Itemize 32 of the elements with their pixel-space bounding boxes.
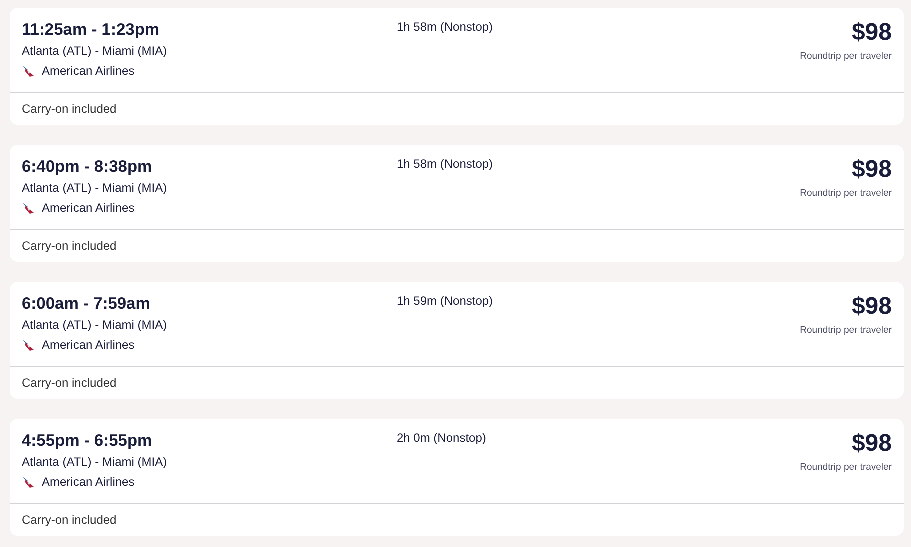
route-text: Atlanta (ATL) - Miami (MIA): [22, 43, 168, 60]
price-text: $98: [852, 19, 892, 47]
baggage-text: Carry-on included: [22, 376, 117, 390]
airline-name: American Airlines: [42, 63, 135, 80]
price-text: $98: [852, 156, 892, 184]
baggage-text: Carry-on included: [22, 102, 117, 116]
duration-text: 1h 58m (Nonstop): [397, 157, 494, 171]
price-note: Roundtrip per traveler: [800, 324, 892, 338]
flight-times: 6:00am - 7:59am: [22, 294, 152, 315]
flight-times: 4:55pm - 6:55pm: [22, 431, 154, 452]
flight-times: 11:25am - 1:23pm: [22, 20, 161, 41]
price-text: $98: [852, 293, 892, 321]
duration-text: 2h 0m (Nonstop): [397, 431, 486, 445]
baggage-text: Carry-on included: [22, 513, 117, 527]
airline-name: American Airlines: [42, 337, 135, 354]
airline-logo-icon: [22, 475, 36, 489]
airline-name: American Airlines: [42, 200, 135, 217]
baggage-text: Carry-on included: [22, 239, 117, 253]
airline-name: American Airlines: [42, 474, 135, 491]
route-text: Atlanta (ATL) - Miami (MIA): [22, 180, 168, 197]
airline-logo-icon: [22, 338, 36, 352]
price-text: $98: [852, 430, 892, 458]
route-text: Atlanta (ATL) - Miami (MIA): [22, 454, 168, 471]
route-text: Atlanta (ATL) - Miami (MIA): [22, 317, 168, 334]
airline-logo-icon: [22, 201, 36, 215]
airline-logo-icon: [22, 64, 36, 78]
duration-text: 1h 59m (Nonstop): [397, 294, 494, 308]
flight-times: 6:40pm - 8:38pm: [22, 157, 154, 178]
duration-text: 1h 58m (Nonstop): [397, 20, 494, 34]
price-note: Roundtrip per traveler: [800, 461, 892, 475]
price-note: Roundtrip per traveler: [800, 187, 892, 201]
price-note: Roundtrip per traveler: [800, 50, 892, 64]
